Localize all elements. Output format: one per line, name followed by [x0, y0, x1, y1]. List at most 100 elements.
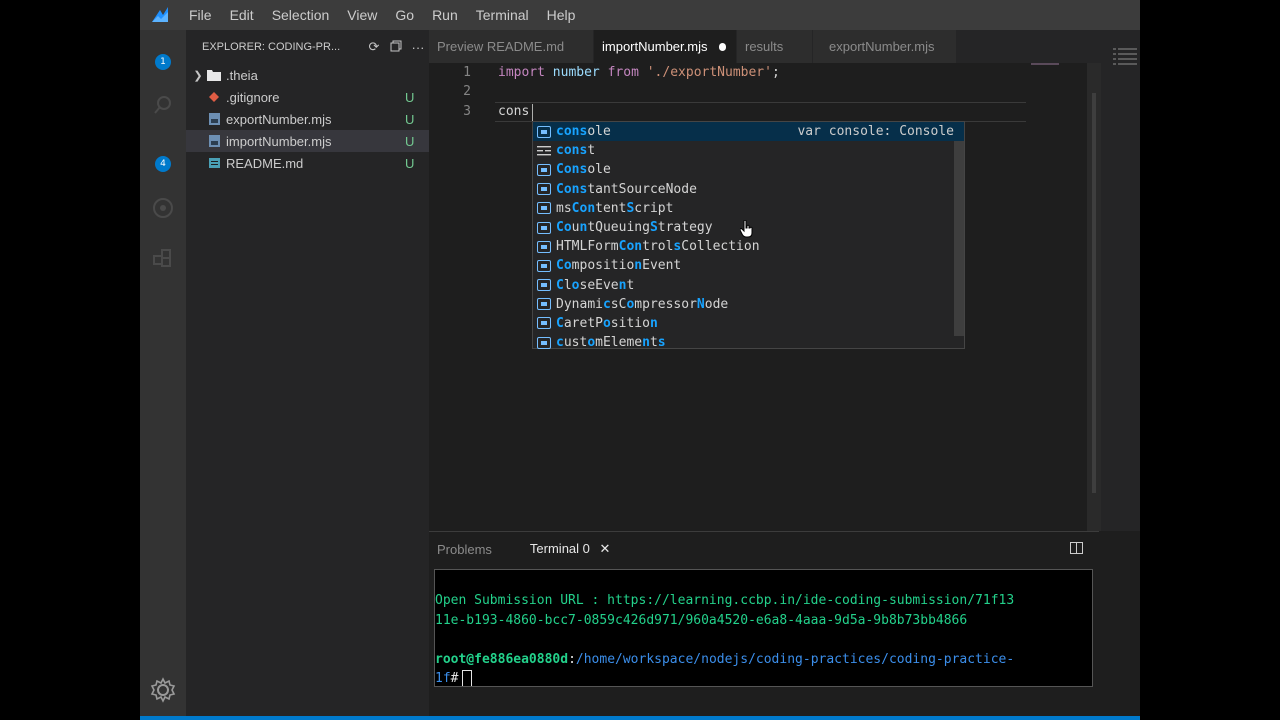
editor-tabs: Preview README.md importNumber.mjs resul… — [429, 30, 1140, 63]
explorer-activity-button[interactable]: 1 — [140, 54, 186, 70]
debug-icon[interactable] — [140, 196, 186, 220]
suggestion-label: console — [556, 124, 611, 140]
terminal-cursor — [462, 670, 473, 686]
menu-help[interactable]: Help — [538, 0, 585, 30]
terminal-output[interactable]: Open Submission URL : https://learning.c… — [434, 569, 1093, 687]
tree-item-readme[interactable]: README.md U — [186, 152, 429, 174]
terminal-prompt: # — [450, 671, 459, 687]
explorer-title: EXPLORER: CODING-PR... — [202, 41, 341, 53]
menu-terminal[interactable]: Terminal — [467, 0, 538, 30]
ide-window: File Edit Selection View Go Run Terminal… — [140, 0, 1140, 720]
close-icon[interactable]: ✕ — [600, 541, 611, 556]
variable-icon — [536, 336, 552, 349]
tab-results[interactable]: results — [737, 30, 813, 63]
terminal-line: Open Submission URL : https://learning.c… — [435, 593, 1015, 609]
tab-label: exportNumber.mjs — [829, 39, 935, 54]
markdown-file-icon — [206, 158, 222, 168]
suggestion-item[interactable]: DynamicsCompressorNode — [533, 295, 964, 314]
settings-gear-icon[interactable] — [140, 676, 186, 704]
tab-problems[interactable]: Problems — [429, 542, 500, 557]
suggestion-item[interactable]: CloseEvent — [533, 276, 964, 295]
semicolon: ; — [771, 65, 780, 80]
menu-view[interactable]: View — [338, 0, 386, 30]
terminal-line: 11e-b193-4860-bcc7-0859c426d971/960a4520… — [435, 612, 968, 628]
suggestion-item[interactable]: ConstantSourceNode — [533, 180, 964, 199]
line-number: 1 — [463, 65, 471, 80]
variable-icon — [536, 259, 552, 272]
tree-item-label: .theia — [226, 67, 258, 83]
suggestion-item[interactable]: msContentScript — [533, 199, 964, 218]
suggestion-item[interactable]: Console — [533, 160, 964, 179]
text-cursor — [532, 104, 533, 121]
menu-file[interactable]: File — [180, 0, 221, 30]
folder-icon — [206, 69, 222, 81]
menu-selection[interactable]: Selection — [263, 0, 339, 30]
tab-label: Preview README.md — [437, 39, 565, 54]
line-number: 2 — [463, 84, 471, 99]
suggestion-item[interactable]: customElements — [533, 333, 964, 352]
suggestion-label: customElements — [556, 335, 666, 351]
tree-item-label: exportNumber.mjs — [226, 111, 332, 127]
suggestion-label: CompositionEvent — [556, 258, 682, 274]
tree-item-theia[interactable]: ❯ .theia — [186, 64, 429, 86]
tree-item-label: importNumber.mjs — [226, 133, 332, 149]
js-file-icon — [206, 135, 222, 147]
suggestion-label: msContentScript — [556, 200, 674, 216]
suggestion-label: CloseEvent — [556, 277, 635, 293]
menu-go[interactable]: Go — [386, 0, 423, 30]
suggestion-item[interactable]: const — [533, 141, 964, 160]
editor-scrollbar-thumb[interactable] — [1092, 93, 1096, 493]
minimap[interactable] — [1027, 63, 1087, 531]
variable-icon — [536, 240, 552, 253]
tab-label: results — [745, 39, 784, 54]
suggestion-item[interactable]: CaretPosition — [533, 314, 964, 333]
code-line-3: 3 cons — [429, 102, 1027, 121]
tree-item-label: .gitignore — [226, 89, 280, 105]
git-status-badge: U — [405, 155, 415, 171]
collapse-all-icon[interactable] — [385, 40, 407, 55]
snippet-icon — [536, 145, 552, 157]
extensions-icon[interactable] — [140, 248, 186, 270]
suggestion-item[interactable]: console var console: Console — [533, 122, 964, 142]
tree-item-exportnumber[interactable]: exportNumber.mjs U — [186, 108, 429, 130]
suggestion-item[interactable]: CompositionEvent — [533, 256, 964, 275]
suggestion-label: HTMLFormControlsCollection — [556, 239, 760, 255]
unsaved-dot-icon[interactable] — [719, 42, 726, 51]
overview-ruler — [1101, 48, 1140, 531]
suggestion-label: CountQueuingStrategy — [556, 220, 713, 236]
git-status-badge: U — [405, 111, 415, 127]
tab-terminal[interactable]: Terminal 0 ✕ — [522, 541, 619, 557]
refresh-icon[interactable]: ⟳ — [363, 39, 385, 55]
menu-run[interactable]: Run — [423, 0, 467, 30]
suggestion-label: const — [556, 143, 596, 159]
tab-exportnumber[interactable]: exportNumber.mjs — [813, 30, 957, 63]
source-control-activity-button[interactable]: 4 — [140, 156, 186, 172]
module-path-string: './exportNumber' — [646, 65, 772, 80]
search-icon[interactable] — [140, 94, 186, 116]
explorer-header: EXPLORER: CODING-PR... ⟳ ··· — [186, 30, 429, 64]
typed-text: cons — [498, 104, 530, 119]
terminal-user: root@fe886ea0880d — [435, 651, 569, 667]
panel-tabs: Problems Terminal 0 ✕ — [429, 532, 1099, 566]
tree-item-importnumber[interactable]: importNumber.mjs U — [186, 130, 429, 152]
variable-icon — [536, 183, 552, 196]
explorer-sidebar: EXPLORER: CODING-PR... ⟳ ··· ❯ .theia .g… — [186, 30, 429, 716]
menubar: File Edit Selection View Go Run Terminal… — [140, 0, 1140, 30]
outline-list-icon[interactable] — [1113, 46, 1137, 70]
tab-importnumber[interactable]: importNumber.mjs — [594, 30, 737, 63]
suggestion-detail: var console: Console — [797, 124, 954, 140]
tab-preview-readme[interactable]: Preview README.md — [429, 30, 594, 63]
maximize-panel-icon[interactable] — [1070, 542, 1083, 557]
tree-item-gitignore[interactable]: .gitignore U — [186, 86, 429, 108]
variable-icon — [536, 317, 552, 330]
more-actions-icon[interactable]: ··· — [407, 40, 429, 55]
hand-cursor-icon — [739, 219, 754, 243]
code-line-1: 1 import number from './exportNumber'; — [429, 63, 1027, 82]
variable-icon — [536, 202, 552, 215]
menu-edit[interactable]: Edit — [221, 0, 263, 30]
js-file-icon — [206, 113, 222, 125]
explorer-badge: 1 — [155, 54, 171, 70]
git-status-badge: U — [405, 89, 415, 105]
keyword-import: import — [498, 65, 545, 80]
tree-item-label: README.md — [226, 155, 304, 171]
